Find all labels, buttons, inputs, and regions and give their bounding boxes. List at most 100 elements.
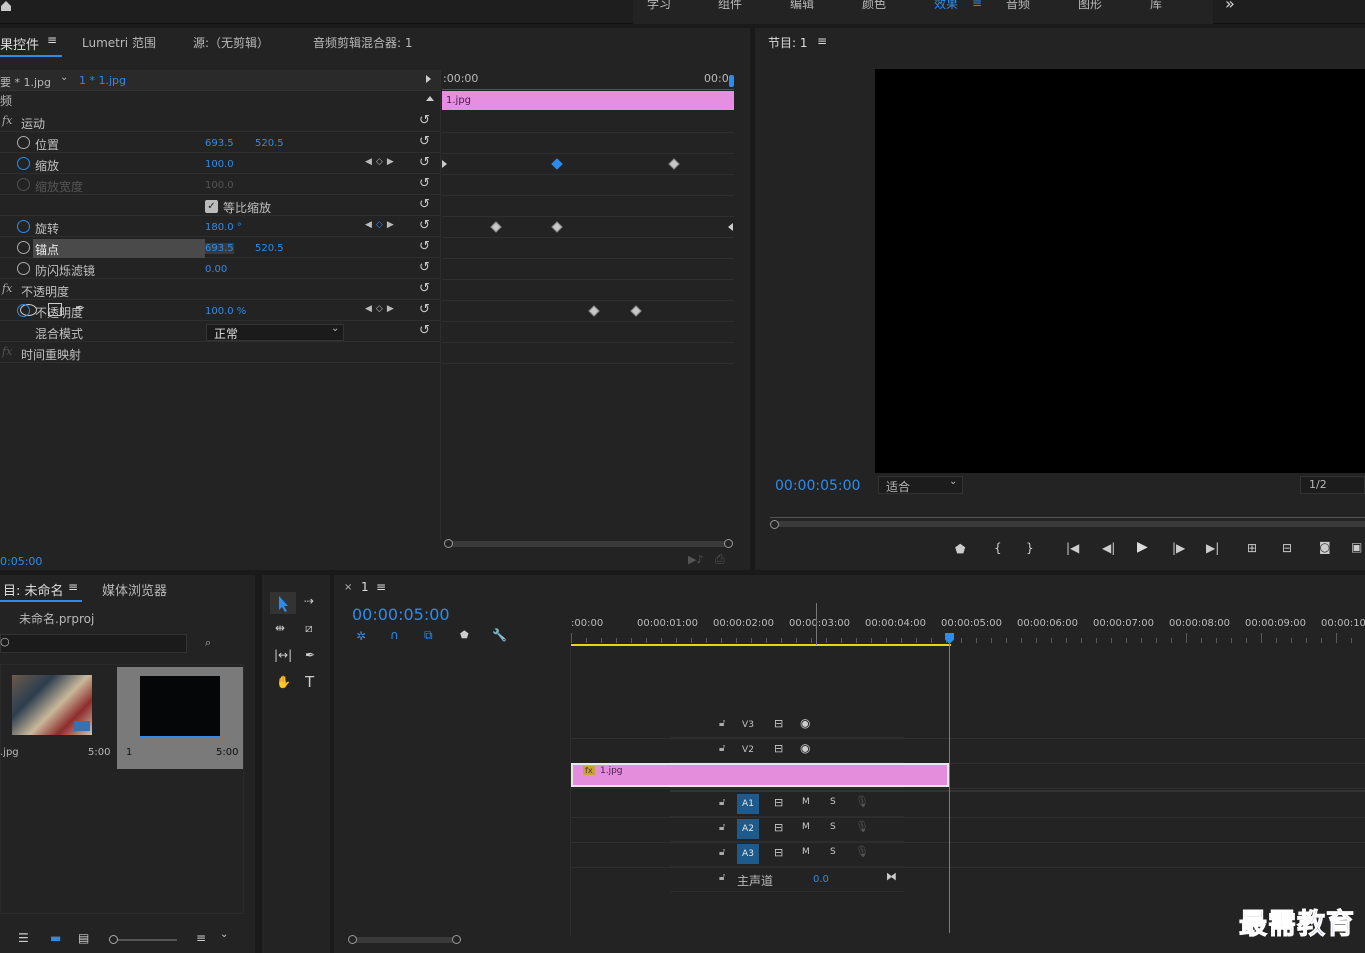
hand-tool[interactable]: ✋ <box>276 675 291 689</box>
reset-icon[interactable]: ↺ <box>419 323 430 338</box>
stopwatch-icon[interactable] <box>17 304 30 317</box>
tab-lumetri-scopes[interactable]: Lumetri 范围 <box>82 34 156 51</box>
ec-export-icon[interactable]: ⎙ <box>715 552 725 567</box>
timeline-ruler[interactable]: :00:00 00:00:01:00 00:00:02:00 00:00:03:00 0… <box>571 615 1365 645</box>
sequence-tab[interactable]: 1 <box>361 580 369 594</box>
ec-timecode[interactable]: 0:05:00 <box>0 555 42 568</box>
reset-icon[interactable]: ↺ <box>419 134 430 149</box>
lock-icon[interactable]: 🔓︎ <box>719 822 725 833</box>
reset-icon[interactable]: ↺ <box>419 176 430 191</box>
slip-tool[interactable]: |↔| <box>274 648 292 662</box>
razor-tool[interactable]: ⧄ <box>305 621 313 636</box>
panel-menu-icon[interactable]: ≡ <box>47 33 57 47</box>
ws-tab-effects[interactable]: 效果 <box>934 0 958 12</box>
tab-source[interactable]: 源:（无剪辑） <box>193 34 269 51</box>
seq-clip-label[interactable]: 1 * 1.jpg <box>79 74 126 87</box>
tab-project[interactable]: 目: 未命名 <box>3 580 64 599</box>
ws-tab-color[interactable]: 颜色 <box>862 0 886 12</box>
close-seq-icon[interactable]: × <box>344 582 352 593</box>
list-view-icon[interactable]: ☰ <box>18 931 29 945</box>
ec-prop-value-1[interactable]: 100.0 <box>205 159 234 170</box>
play-audio-icon[interactable] <box>426 75 431 83</box>
sort-icon[interactable]: ≡ <box>196 931 206 945</box>
ec-scrollbar[interactable] <box>448 541 730 547</box>
ec-clip-bar[interactable]: 1.jpg <box>442 91 734 110</box>
reset-icon[interactable]: ↺ <box>419 302 430 317</box>
mute-button[interactable]: M <box>802 797 810 807</box>
pen-tool[interactable]: ✒ <box>305 648 315 662</box>
resolution-dropdown[interactable]: 1/2 <box>1300 476 1365 494</box>
clip-dropdown-icon[interactable]: ⌄ <box>60 72 68 83</box>
go-to-in-out-icon[interactable]: ⧓ <box>886 870 897 883</box>
ws-menu-icon[interactable]: ≡ <box>972 0 982 10</box>
reset-icon[interactable]: ↺ <box>419 113 430 128</box>
reset-icon[interactable]: ↺ <box>419 155 430 170</box>
sync-lock-icon[interactable]: ⊟ <box>774 821 783 834</box>
snap-icon[interactable]: ∩ <box>390 628 399 642</box>
track-target-v2[interactable]: V2 <box>737 740 759 760</box>
reset-icon[interactable]: ↺ <box>419 197 430 212</box>
lock-icon[interactable]: 🔓︎ <box>719 847 725 858</box>
tab-effect-controls[interactable]: 果控件 <box>0 34 39 53</box>
mic-icon[interactable]: 🎙︎ <box>855 845 869 858</box>
lock-icon[interactable]: 🔓︎ <box>719 743 725 754</box>
ec-prop-value-1[interactable]: 0.00 <box>205 264 227 275</box>
ec-prop-value-1[interactable]: 693.5 <box>205 243 234 254</box>
eye-icon[interactable]: ◉ <box>800 716 810 730</box>
home-icon[interactable] <box>0 0 12 12</box>
keyframe[interactable] <box>630 305 642 317</box>
reset-icon[interactable]: ↺ <box>419 239 430 254</box>
project-item-sequence[interactable]: 1 5:00 <box>117 667 243 769</box>
reset-icon[interactable]: ↺ <box>419 218 430 233</box>
icon-view-icon[interactable]: ▬ <box>50 931 61 945</box>
linked-selection-icon[interactable]: ⧉ <box>424 628 433 643</box>
sync-lock-icon[interactable]: ⊟ <box>774 742 783 755</box>
stopwatch-icon[interactable] <box>17 241 30 254</box>
fx-toggle-icon[interactable]: fx <box>2 282 12 295</box>
ws-tab-libraries[interactable]: 库 <box>1150 0 1162 12</box>
nest-toggle-icon[interactable]: ✲ <box>356 629 366 643</box>
stopwatch-icon[interactable] <box>17 136 30 149</box>
fit-dropdown[interactable]: 适合 ⌄ <box>878 476 963 494</box>
master-volume[interactable]: 0.0 <box>813 874 829 885</box>
go-to-out-icon[interactable]: ▶| <box>1206 541 1219 555</box>
ec-prop-value-2[interactable]: 520.5 <box>255 243 284 254</box>
track-select-tool[interactable]: ⇢ <box>304 594 314 608</box>
step-forward-icon[interactable]: |▶ <box>1172 541 1185 555</box>
step-back-icon[interactable]: ◀| <box>1102 541 1115 555</box>
mute-button[interactable]: M <box>802 822 810 832</box>
project-menu-icon[interactable]: ≡ <box>68 580 78 594</box>
overflow-icon[interactable]: » <box>1225 0 1235 13</box>
ws-tab-assembly[interactable]: 组件 <box>718 0 742 12</box>
lock-icon[interactable]: 🔓︎ <box>719 872 725 883</box>
play-icon[interactable]: ▶ <box>1137 539 1148 555</box>
export-frame-icon[interactable]: ◙ <box>1319 540 1331 554</box>
program-video-frame[interactable] <box>875 69 1365 473</box>
add-marker-tl-icon[interactable]: ⬟ <box>460 630 469 641</box>
ws-tab-learn[interactable]: 学习 <box>647 0 671 12</box>
program-timecode[interactable]: 00:00:05:00 <box>775 478 860 494</box>
lock-icon[interactable]: 🔓︎ <box>719 797 725 808</box>
sync-lock-icon[interactable]: ⊟ <box>774 796 783 809</box>
collapse-icon[interactable] <box>426 96 434 101</box>
extract-icon[interactable]: ⊟ <box>1282 541 1292 555</box>
new-bin-search-icon[interactable]: ⌕ <box>205 636 211 650</box>
ec-prop-value-1[interactable]: 693.5 <box>205 138 234 149</box>
keyframe[interactable] <box>490 221 502 233</box>
ec-prop-value-1[interactable]: 100.0 % <box>205 306 246 317</box>
track-target-a3[interactable]: A3 <box>737 844 759 864</box>
add-marker-icon[interactable]: ⬟ <box>955 542 965 556</box>
stopwatch-icon[interactable] <box>17 262 30 275</box>
blend-mode-dropdown[interactable]: 正常 ⌄ <box>206 323 344 341</box>
keyframe-nav-icon[interactable]: ◀◇▶ <box>365 157 398 167</box>
lift-icon[interactable]: ⊞ <box>1247 541 1257 555</box>
work-area-bar[interactable] <box>571 644 951 646</box>
type-tool[interactable]: T <box>305 673 314 691</box>
ws-tab-graphics[interactable]: 图形 <box>1078 0 1102 12</box>
lock-icon[interactable]: 🔓︎ <box>719 718 725 729</box>
program-scrub-bar[interactable] <box>775 521 1365 527</box>
track-target-a2[interactable]: A2 <box>737 819 759 839</box>
keyframe[interactable] <box>551 221 563 233</box>
tab-media-browser[interactable]: 媒体浏览器 <box>102 580 167 599</box>
freeform-view-icon[interactable]: ▤ <box>78 931 89 945</box>
